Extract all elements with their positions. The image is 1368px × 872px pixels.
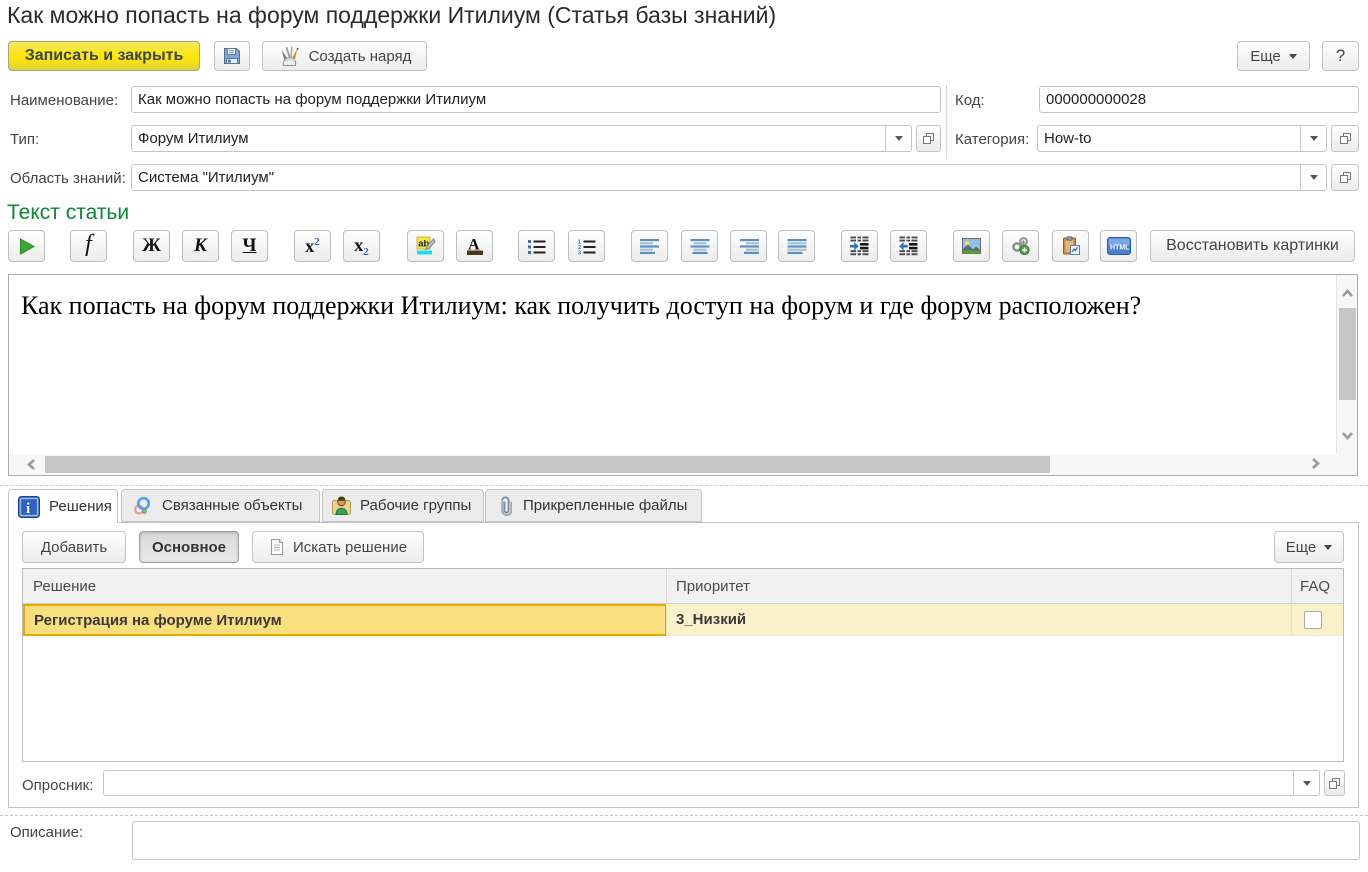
svg-text:HTML: HTML [1110, 245, 1130, 252]
svg-text:3: 3 [578, 250, 581, 254]
svg-text:i: i [26, 501, 30, 517]
